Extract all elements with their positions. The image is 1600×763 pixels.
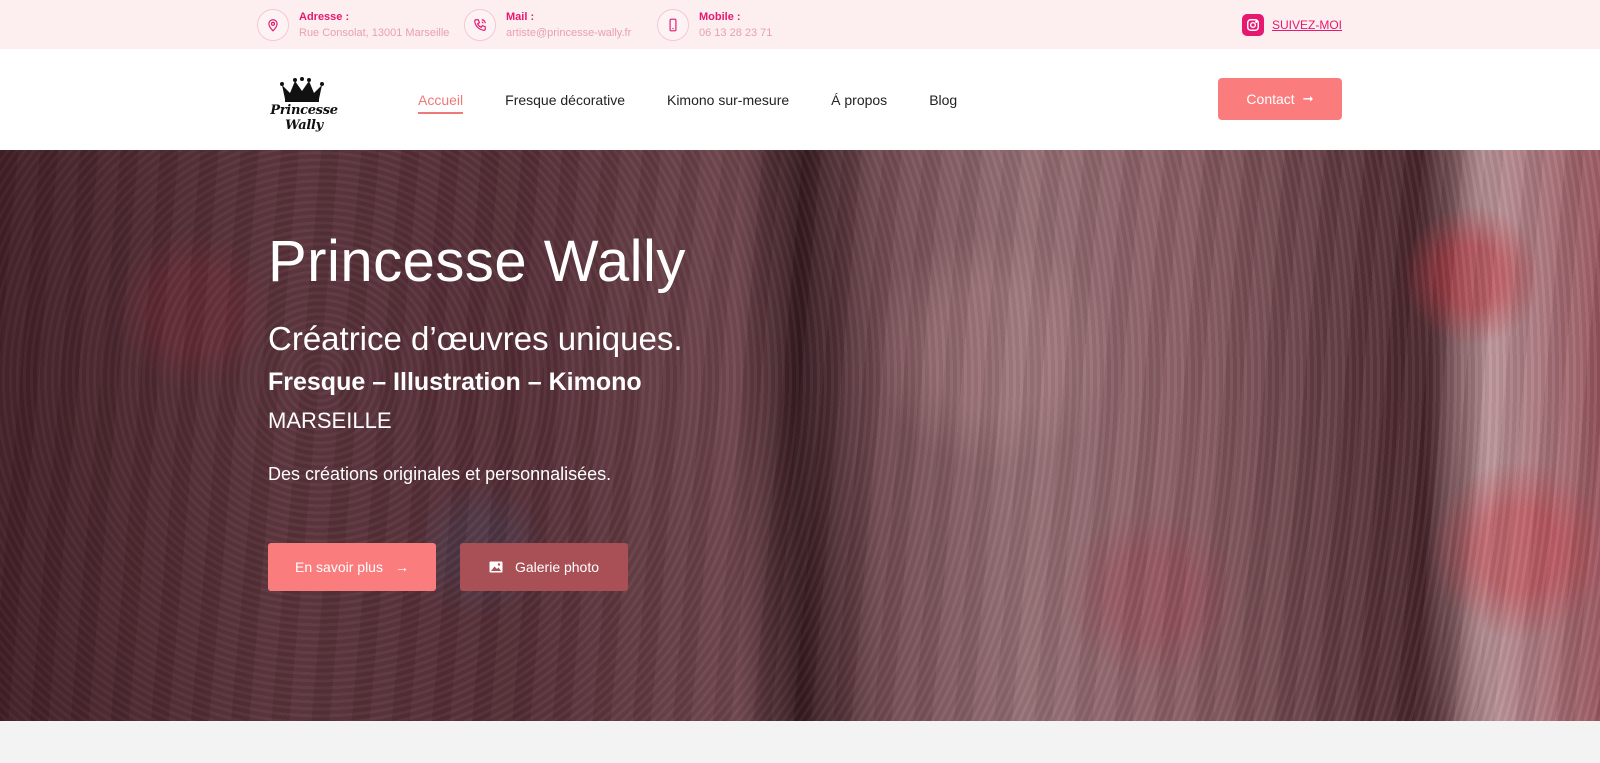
mobile-label: Mobile : <box>699 11 741 23</box>
smartphone-icon <box>657 9 689 41</box>
mobile-value[interactable]: 06 13 28 23 71 <box>699 25 772 41</box>
address-label: Adresse : <box>299 11 350 23</box>
arrow-right-icon: → <box>394 559 409 575</box>
address-info: Adresse : Rue Consolat, 13001 Marseille <box>257 8 449 42</box>
main-nav: Accueil Fresque décorative Kimono sur-me… <box>418 49 999 150</box>
site-header: Princesse Wally Accueil Fresque décorati… <box>0 49 1600 150</box>
contact-button-label: Contact <box>1246 91 1295 107</box>
learn-more-label: En savoir plus <box>295 559 383 575</box>
instagram-icon[interactable] <box>1241 14 1264 36</box>
hero-title: Princesse Wally <box>268 229 686 294</box>
map-pin-icon <box>257 9 289 41</box>
phone-call-icon <box>464 9 496 41</box>
contact-button[interactable]: Contact ➞ <box>1218 78 1342 120</box>
crown-icon <box>280 77 324 102</box>
next-section-strip <box>0 721 1600 763</box>
photo-gallery-label: Galerie photo <box>514 559 600 575</box>
photo-gallery-button[interactable]: Galerie photo <box>460 543 628 591</box>
mobile-info: Mobile : 06 13 28 23 71 <box>657 8 772 42</box>
hero-tagline: Fresque – Illustration – Kimono <box>268 368 642 396</box>
mail-label: Mail : <box>506 11 535 23</box>
hero-subtitle: Créatrice d’œuvres uniques. <box>268 320 683 357</box>
nav-kimono-sur-mesure[interactable]: Kimono sur-mesure <box>667 86 789 114</box>
image-icon <box>489 561 503 573</box>
nav-a-propos[interactable]: Á propos <box>831 86 887 114</box>
address-value: Rue Consolat, 13001 Marseille <box>299 27 450 39</box>
learn-more-button[interactable]: En savoir plus → <box>268 543 436 591</box>
nav-fresque-decorative[interactable]: Fresque décorative <box>505 86 625 114</box>
hero-description: Des créations originales et personnalisé… <box>268 464 612 484</box>
hero-section: Princesse Wally Créatrice d’œuvres uniqu… <box>0 150 1600 721</box>
hero-city: MARSEILLE <box>268 408 392 433</box>
logo-text: Princesse Wally <box>270 103 338 133</box>
follow-link[interactable]: SUIVEZ-MOI <box>1241 14 1342 36</box>
nav-blog[interactable]: Blog <box>929 86 957 114</box>
follow-me-link[interactable]: SUIVEZ-MOI <box>1272 18 1342 32</box>
nav-accueil[interactable]: Accueil <box>418 86 464 114</box>
top-info-bar: Adresse : Rue Consolat, 13001 Marseille … <box>0 0 1600 49</box>
site-logo[interactable]: Princesse Wally <box>257 77 351 133</box>
mail-value[interactable]: artiste@princesse-wally.fr <box>506 25 631 41</box>
mail-info: Mail : artiste@princesse-wally.fr <box>464 8 631 42</box>
arrow-right-icon: ➞ <box>1302 91 1314 106</box>
